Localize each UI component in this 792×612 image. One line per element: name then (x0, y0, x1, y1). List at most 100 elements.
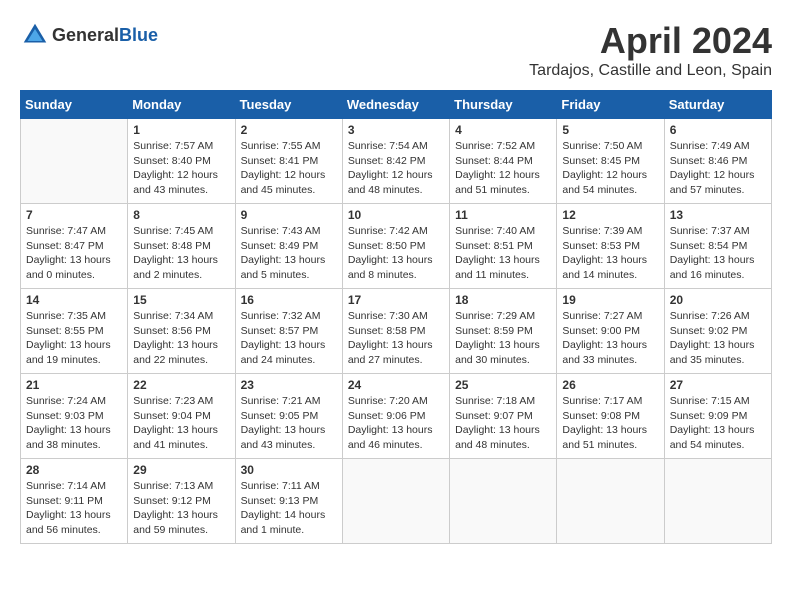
day-info: Sunrise: 7:20 AMSunset: 9:06 PMDaylight:… (348, 394, 444, 453)
day-info: Sunrise: 7:24 AMSunset: 9:03 PMDaylight:… (26, 394, 122, 453)
day-number: 5 (562, 123, 658, 137)
day-info: Sunrise: 7:47 AMSunset: 8:47 PMDaylight:… (26, 224, 122, 283)
day-header-tuesday: Tuesday (235, 91, 342, 119)
day-number: 24 (348, 378, 444, 392)
calendar-cell: 12 Sunrise: 7:39 AMSunset: 8:53 PMDayligh… (557, 204, 664, 289)
day-info: Sunrise: 7:55 AMSunset: 8:41 PMDaylight:… (241, 139, 337, 198)
day-info: Sunrise: 7:50 AMSunset: 8:45 PMDaylight:… (562, 139, 658, 198)
day-info: Sunrise: 7:49 AMSunset: 8:46 PMDaylight:… (670, 139, 766, 198)
calendar-cell: 10 Sunrise: 7:42 AMSunset: 8:50 PMDayligh… (342, 204, 449, 289)
page-header: GeneralBlue April 2024 Tardajos, Castill… (20, 20, 772, 80)
days-header-row: SundayMondayTuesdayWednesdayThursdayFrid… (21, 91, 772, 119)
logo-text-blue: Blue (119, 25, 158, 45)
day-info: Sunrise: 7:30 AMSunset: 8:58 PMDaylight:… (348, 309, 444, 368)
calendar-cell: 27 Sunrise: 7:15 AMSunset: 9:09 PMDayligh… (664, 374, 771, 459)
day-info: Sunrise: 7:42 AMSunset: 8:50 PMDaylight:… (348, 224, 444, 283)
day-number: 12 (562, 208, 658, 222)
day-info: Sunrise: 7:21 AMSunset: 9:05 PMDaylight:… (241, 394, 337, 453)
calendar-cell: 2 Sunrise: 7:55 AMSunset: 8:41 PMDaylight… (235, 119, 342, 204)
month-title: April 2024 (529, 20, 772, 62)
day-info: Sunrise: 7:29 AMSunset: 8:59 PMDaylight:… (455, 309, 551, 368)
calendar-cell: 6Sunrise: 7:49 AMSunset: 8:46 PMDaylight… (664, 119, 771, 204)
day-info: Sunrise: 7:26 AMSunset: 9:02 PMDaylight:… (670, 309, 766, 368)
day-number: 7 (26, 208, 122, 222)
day-number: 10 (348, 208, 444, 222)
day-number: 15 (133, 293, 229, 307)
day-info: Sunrise: 7:37 AMSunset: 8:54 PMDaylight:… (670, 224, 766, 283)
calendar-cell (557, 459, 664, 544)
calendar-cell: 29Sunrise: 7:13 AMSunset: 9:12 PMDayligh… (128, 459, 235, 544)
day-info: Sunrise: 7:17 AMSunset: 9:08 PMDaylight:… (562, 394, 658, 453)
day-info: Sunrise: 7:15 AMSunset: 9:09 PMDaylight:… (670, 394, 766, 453)
day-info: Sunrise: 7:23 AMSunset: 9:04 PMDaylight:… (133, 394, 229, 453)
day-number: 2 (241, 123, 337, 137)
day-info: Sunrise: 7:40 AMSunset: 8:51 PMDaylight:… (455, 224, 551, 283)
day-info: Sunrise: 7:27 AMSunset: 9:00 PMDaylight:… (562, 309, 658, 368)
day-info: Sunrise: 7:14 AMSunset: 9:11 PMDaylight:… (26, 479, 122, 538)
day-number: 28 (26, 463, 122, 477)
calendar-cell (21, 119, 128, 204)
logo-text-general: General (52, 25, 119, 45)
day-number: 21 (26, 378, 122, 392)
week-row-3: 14 Sunrise: 7:35 AMSunset: 8:55 PMDayligh… (21, 289, 772, 374)
calendar-cell: 11 Sunrise: 7:40 AMSunset: 8:51 PMDayligh… (450, 204, 557, 289)
calendar-cell (450, 459, 557, 544)
week-row-5: 28 Sunrise: 7:14 AMSunset: 9:11 PMDayligh… (21, 459, 772, 544)
calendar-cell: 24 Sunrise: 7:20 AMSunset: 9:06 PMDayligh… (342, 374, 449, 459)
calendar-table: SundayMondayTuesdayWednesdayThursdayFrid… (20, 90, 772, 544)
day-header-saturday: Saturday (664, 91, 771, 119)
day-number: 20 (670, 293, 766, 307)
calendar-cell: 23 Sunrise: 7:21 AMSunset: 9:05 PMDayligh… (235, 374, 342, 459)
calendar-cell: 5 Sunrise: 7:50 AMSunset: 8:45 PMDaylight… (557, 119, 664, 204)
calendar-cell: 17 Sunrise: 7:30 AMSunset: 8:58 PMDayligh… (342, 289, 449, 374)
day-header-thursday: Thursday (450, 91, 557, 119)
day-number: 11 (455, 208, 551, 222)
calendar-cell: 7 Sunrise: 7:47 AMSunset: 8:47 PMDaylight… (21, 204, 128, 289)
calendar-cell (342, 459, 449, 544)
day-number: 4 (455, 123, 551, 137)
day-header-wednesday: Wednesday (342, 91, 449, 119)
day-number: 8 (133, 208, 229, 222)
calendar-cell: 8 Sunrise: 7:45 AMSunset: 8:48 PMDaylight… (128, 204, 235, 289)
calendar-cell: 4 Sunrise: 7:52 AMSunset: 8:44 PMDaylight… (450, 119, 557, 204)
day-info: Sunrise: 7:18 AMSunset: 9:07 PMDaylight:… (455, 394, 551, 453)
day-number: 30 (241, 463, 337, 477)
week-row-1: 1 Sunrise: 7:57 AMSunset: 8:40 PMDaylight… (21, 119, 772, 204)
calendar-cell: 26 Sunrise: 7:17 AMSunset: 9:08 PMDayligh… (557, 374, 664, 459)
logo: GeneralBlue (20, 20, 158, 50)
calendar-cell: 20 Sunrise: 7:26 AMSunset: 9:02 PMDayligh… (664, 289, 771, 374)
calendar-cell (664, 459, 771, 544)
day-info: Sunrise: 7:13 AMSunset: 9:12 PMDaylight:… (133, 479, 229, 538)
calendar-cell: 14 Sunrise: 7:35 AMSunset: 8:55 PMDayligh… (21, 289, 128, 374)
logo-icon (20, 20, 50, 50)
calendar-cell: 18 Sunrise: 7:29 AMSunset: 8:59 PMDayligh… (450, 289, 557, 374)
day-number: 18 (455, 293, 551, 307)
day-header-sunday: Sunday (21, 91, 128, 119)
day-number: 14 (26, 293, 122, 307)
day-info: Sunrise: 7:35 AMSunset: 8:55 PMDaylight:… (26, 309, 122, 368)
day-info: Sunrise: 7:52 AMSunset: 8:44 PMDaylight:… (455, 139, 551, 198)
calendar-cell: 15 Sunrise: 7:34 AMSunset: 8:56 PMDayligh… (128, 289, 235, 374)
day-number: 23 (241, 378, 337, 392)
calendar-cell: 22 Sunrise: 7:23 AMSunset: 9:04 PMDayligh… (128, 374, 235, 459)
day-info: Sunrise: 7:39 AMSunset: 8:53 PMDaylight:… (562, 224, 658, 283)
day-number: 22 (133, 378, 229, 392)
day-number: 27 (670, 378, 766, 392)
day-info: Sunrise: 7:45 AMSunset: 8:48 PMDaylight:… (133, 224, 229, 283)
day-number: 25 (455, 378, 551, 392)
day-info: Sunrise: 7:34 AMSunset: 8:56 PMDaylight:… (133, 309, 229, 368)
calendar-cell: 13 Sunrise: 7:37 AMSunset: 8:54 PMDayligh… (664, 204, 771, 289)
day-number: 17 (348, 293, 444, 307)
calendar-cell: 25 Sunrise: 7:18 AMSunset: 9:07 PMDayligh… (450, 374, 557, 459)
day-info: Sunrise: 7:32 AMSunset: 8:57 PMDaylight:… (241, 309, 337, 368)
day-header-monday: Monday (128, 91, 235, 119)
day-number: 1 (133, 123, 229, 137)
day-number: 13 (670, 208, 766, 222)
day-number: 26 (562, 378, 658, 392)
day-number: 19 (562, 293, 658, 307)
title-section: April 2024 Tardajos, Castille and Leon, … (529, 20, 772, 80)
day-info: Sunrise: 7:57 AMSunset: 8:40 PMDaylight:… (133, 139, 229, 198)
day-header-friday: Friday (557, 91, 664, 119)
day-number: 3 (348, 123, 444, 137)
calendar-cell: 28 Sunrise: 7:14 AMSunset: 9:11 PMDayligh… (21, 459, 128, 544)
